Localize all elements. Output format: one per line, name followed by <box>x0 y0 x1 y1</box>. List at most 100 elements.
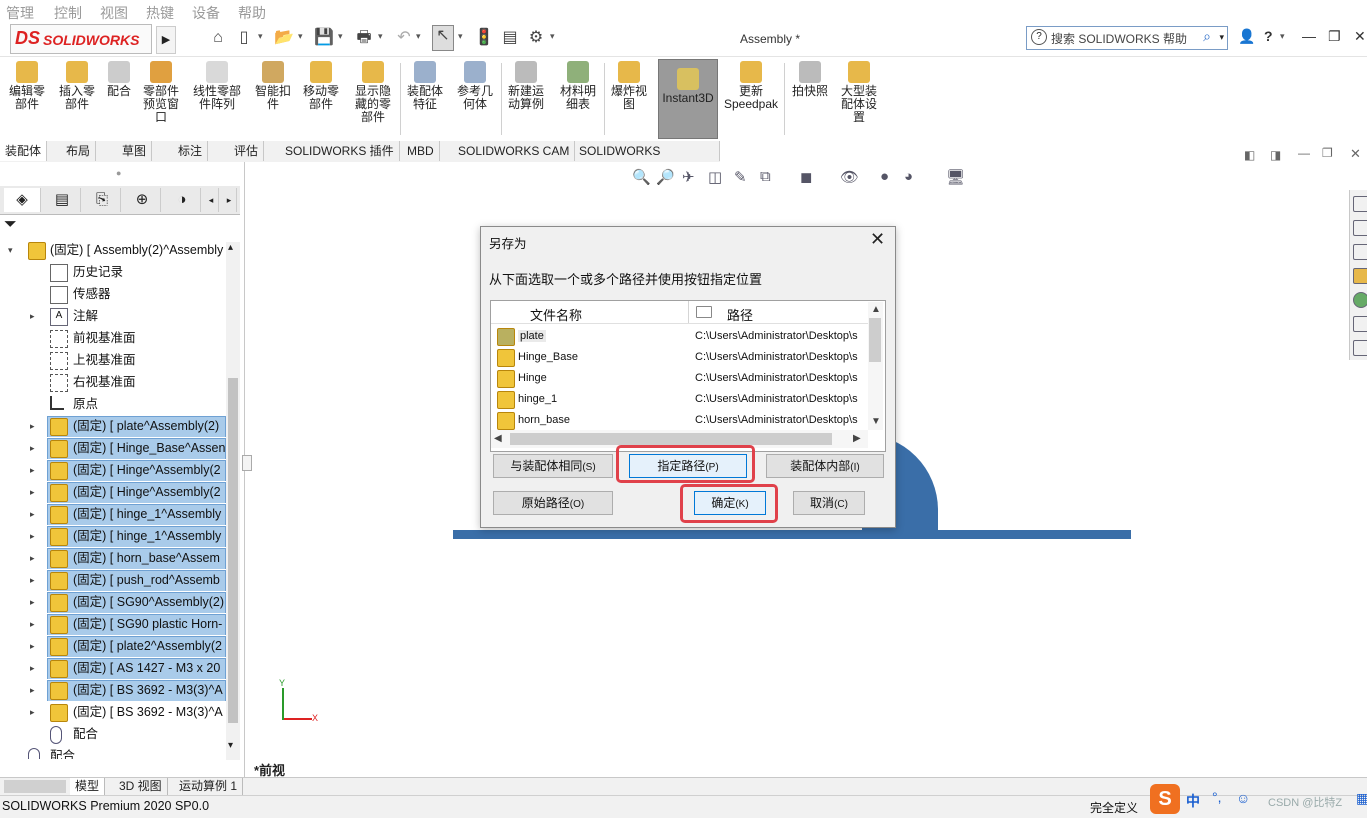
custom-properties-icon[interactable] <box>1353 316 1367 332</box>
open-caret[interactable]: ▾ <box>298 31 303 42</box>
menu-hotkeys[interactable]: 热键 <box>146 3 174 23</box>
tab-cam[interactable]: SOLIDWORKS CAM <box>453 141 576 161</box>
undo-icon[interactable]: ↶ <box>394 28 414 48</box>
column-header-name[interactable]: 文件名称 <box>530 305 582 324</box>
expand-caret-icon[interactable]: ▸ <box>30 591 40 613</box>
ime-mode[interactable]: 中 <box>1186 791 1200 811</box>
solidworks-resources-icon[interactable] <box>1353 196 1367 212</box>
list-scroll-left-icon[interactable]: ◀ <box>494 433 502 444</box>
display-style-icon[interactable]: ◼ <box>800 168 812 186</box>
expand-caret-icon[interactable]: ▸ <box>30 679 40 701</box>
options-gear-icon[interactable]: ⚙ <box>526 28 546 48</box>
display-manager-tab-icon[interactable]: ◑ <box>164 188 201 212</box>
tree-item-origin[interactable]: 原点 <box>0 393 226 415</box>
help-button[interactable]: ? <box>1264 28 1273 44</box>
section-view-icon[interactable]: ◫ <box>708 168 722 186</box>
tree-item-mates-folder[interactable]: 配合 <box>0 745 226 759</box>
header-separator[interactable] <box>688 301 689 323</box>
expand-caret-icon[interactable]: ▸ <box>30 305 40 327</box>
list-scroll-right-icon[interactable]: ▶ <box>853 433 861 444</box>
tree-item-sensors[interactable]: 传感器 <box>0 283 226 305</box>
hide-show-icon[interactable]: 👁 <box>840 168 859 186</box>
menu-devices[interactable]: 设备 <box>192 3 220 23</box>
column-header-path[interactable]: 路径 <box>727 305 753 324</box>
save-caret[interactable]: ▾ <box>338 31 343 42</box>
scroll-up-icon[interactable]: ▴ <box>228 242 233 253</box>
punctuation-icon[interactable]: °, <box>1212 789 1222 805</box>
select-pointer-icon[interactable]: ↖ <box>432 25 454 51</box>
scene-icon[interactable]: ◕ <box>904 168 913 185</box>
tree-item-history[interactable]: 历史记录 <box>0 261 226 283</box>
tree-item-right-plane[interactable]: 右视基准面 <box>0 371 226 393</box>
tree-item-component[interactable]: ▸ (固定) [ BS 3692 - M3(3)^A <box>0 701 226 723</box>
tree-item-component[interactable]: ▸ (固定) [ SG90 plastic Horn- <box>0 613 226 635</box>
inside-assembly-button[interactable]: 装配体内部(I) <box>766 454 884 478</box>
search-caret[interactable]: ▾ <box>1219 32 1224 43</box>
edit-component-button[interactable]: 编辑零 部件 <box>4 61 50 111</box>
tree-item-component[interactable]: ▸ (固定) [ AS 1427 - M3 x 20 <box>0 657 226 679</box>
appearances-icon[interactable] <box>1353 292 1367 308</box>
tile-right-icon[interactable]: ◨ <box>1270 148 1281 162</box>
list-item[interactable]: hinge_1 C:\Users\Administrator\Desktop\s <box>491 389 870 410</box>
tab-inspection[interactable]: SOLIDWORKS Inspection <box>574 141 720 178</box>
tab-scroll-arrows-icon[interactable] <box>4 780 66 793</box>
tab-addins[interactable]: SOLIDWORKS 插件 <box>280 141 400 161</box>
tab-mbd[interactable]: MBD <box>402 141 440 161</box>
list-item[interactable]: plate C:\Users\Administrator\Desktop\s <box>491 326 870 347</box>
list-vertical-thumb[interactable] <box>869 318 881 362</box>
tree-item-front-plane[interactable]: 前视基准面 <box>0 327 226 349</box>
doc-restore-icon[interactable]: ❐ <box>1322 146 1333 160</box>
tab-assembly[interactable]: 装配体 <box>0 141 48 161</box>
minimize-icon[interactable]: — <box>1302 28 1316 44</box>
tree-item-component[interactable]: ▸ (固定) [ BS 3692 - M3(3)^A <box>0 679 226 701</box>
insert-component-button[interactable]: 插入零 部件 <box>54 61 100 111</box>
print-icon[interactable]: 🖶 <box>354 28 374 48</box>
help-search-input[interactable]: ? 搜索 SOLIDWORKS 帮助 ⌕ ▾ <box>1026 26 1228 50</box>
select-caret[interactable]: ▾ <box>458 31 463 42</box>
file-explorer-icon[interactable] <box>1353 244 1367 260</box>
original-path-button[interactable]: 原始路径(O) <box>493 491 613 515</box>
dynamic-annotation-icon[interactable]: ✎ <box>734 168 747 186</box>
dialog-close-icon[interactable]: ✕ <box>870 229 885 250</box>
view-settings-monitor-icon[interactable]: 🖥 <box>946 168 965 186</box>
tree-item-component[interactable]: ▸ (固定) [ SG90^Assembly(2) <box>0 591 226 613</box>
expand-caret-icon[interactable]: ▸ <box>30 701 40 723</box>
tree-item-component[interactable]: ▸ (固定) [ Hinge^Assembly(2 <box>0 459 226 481</box>
doc-minimize-icon[interactable]: — <box>1298 146 1310 160</box>
bill-of-materials-button[interactable]: 材料明 细表 <box>555 61 601 111</box>
smart-fasteners-button[interactable]: 智能扣 件 <box>250 61 296 111</box>
expand-caret-icon[interactable]: ▸ <box>30 437 40 459</box>
cancel-button[interactable]: 取消(C) <box>793 491 865 515</box>
design-library-icon[interactable] <box>1353 220 1367 236</box>
pane-grip-icon[interactable]: ● <box>116 168 121 178</box>
menu-help[interactable]: 帮助 <box>238 3 266 23</box>
expand-caret-icon[interactable]: ▸ <box>30 481 40 503</box>
rebuild-traffic-light-icon[interactable]: 🚦 <box>474 28 494 48</box>
new-caret[interactable]: ▾ <box>258 31 263 42</box>
save-icon[interactable]: 💾 <box>314 28 334 48</box>
tree-item-component[interactable]: ▸ (固定) [ horn_base^Assem <box>0 547 226 569</box>
list-item[interactable]: Hinge_Base C:\Users\Administrator\Deskto… <box>491 347 870 368</box>
menu-expand-arrow-icon[interactable]: ▶ <box>156 26 176 54</box>
filter-funnel-icon[interactable]: ⏷ <box>4 216 34 238</box>
show-hidden-components-button[interactable]: 显示隐 藏的零 部件 <box>350 61 396 124</box>
large-assembly-settings-button[interactable]: 大型装 配体设 置 <box>836 61 882 124</box>
menu-manage[interactable]: 管理 <box>6 3 34 23</box>
property-manager-tab-icon[interactable]: ▤ <box>44 188 81 212</box>
linear-pattern-button[interactable]: 线性零部 件阵列 <box>188 61 246 111</box>
component-preview-button[interactable]: 零部件 预览窗 口 <box>138 61 184 124</box>
expand-caret-icon[interactable]: ▸ <box>30 613 40 635</box>
same-as-assembly-button[interactable]: 与装配体相同(S) <box>493 454 613 478</box>
file-properties-icon[interactable]: ▤ <box>500 28 520 48</box>
help-caret[interactable]: ▾ <box>1280 31 1285 42</box>
tree-item-component[interactable]: ▸ (固定) [ hinge_1^Assembly <box>0 503 226 525</box>
view-orientation-icon[interactable]: ⧉ <box>760 168 771 185</box>
mate-button[interactable]: 配合 <box>102 61 136 98</box>
tab-sketch[interactable]: 草图 <box>117 141 153 161</box>
edit-appearance-icon[interactable]: ● <box>880 168 889 185</box>
instant3d-button[interactable]: Instant3D <box>658 59 718 139</box>
pane-tab-right-arrow-icon[interactable]: ▸ <box>222 188 237 212</box>
tree-scroll-thumb[interactable] <box>228 378 238 723</box>
tab-model[interactable]: 模型 <box>70 778 106 795</box>
doc-close-icon[interactable]: ✕ <box>1350 146 1361 162</box>
